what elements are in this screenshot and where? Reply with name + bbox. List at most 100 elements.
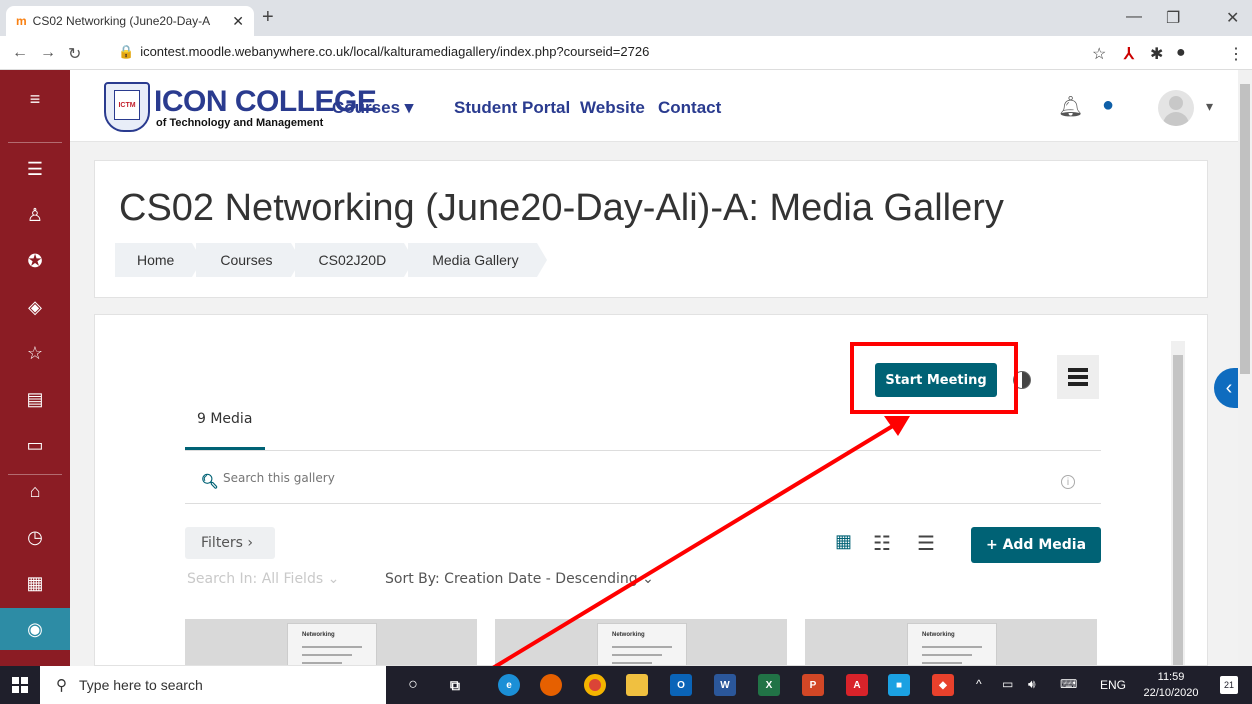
list-icon[interactable]: ☰ xyxy=(0,148,70,190)
lock-icon: 🔒 xyxy=(118,44,135,59)
taskbar-search-box[interactable]: ⚲ Type here to search xyxy=(40,666,386,704)
messages-icon[interactable]: ● xyxy=(1102,94,1114,117)
nav-contact[interactable]: Contact xyxy=(658,98,721,118)
browser-tab[interactable]: m CS02 Networking (June20-Day-A ✕ xyxy=(6,6,254,36)
page-header-card: CS02 Networking (June20-Day-Ali)-A: Medi… xyxy=(94,160,1208,298)
nav-student-portal[interactable]: Student Portal xyxy=(454,98,570,118)
chrome-icon[interactable] xyxy=(584,674,606,696)
star-icon[interactable]: ☆ xyxy=(0,332,70,374)
grid-view-icon[interactable]: ▦ xyxy=(835,531,852,552)
notification-center-icon[interactable]: 21 xyxy=(1220,676,1238,694)
address-bar: ← → ↻ 🔒 icontest.moodle.webanywhere.co.uk… xyxy=(0,36,1252,70)
users-icon[interactable]: ♙ xyxy=(0,194,70,236)
clock-time: 11:59 xyxy=(1157,671,1185,683)
media-gallery-panel: Start Meeting 9 Media 🔍︎ i Filters › Sea… xyxy=(94,314,1208,666)
new-tab-icon[interactable]: + xyxy=(262,6,274,29)
powerpoint-icon[interactable]: P xyxy=(802,674,824,696)
notifications-bell-icon[interactable]: 🔔︎ xyxy=(1058,94,1083,119)
tab-title: CS02 Networking (June20-Day-A xyxy=(32,14,211,28)
word-icon[interactable]: W xyxy=(714,674,736,696)
sort-by-dropdown[interactable]: Sort By: Creation Date - Descending ⌄ xyxy=(385,571,654,587)
excel-icon[interactable]: X xyxy=(758,674,780,696)
nav-website[interactable]: Website xyxy=(580,98,645,118)
search-icon: ⚲ xyxy=(56,677,67,694)
reload-icon[interactable]: ↻ xyxy=(68,44,81,64)
keyboard-icon[interactable]: ⌨ xyxy=(1060,677,1077,691)
tab-media[interactable]: 9 Media xyxy=(197,411,252,427)
page-title: CS02 Networking (June20-Day-Ali)-A: Medi… xyxy=(119,187,1004,229)
page-scrollbar-thumb[interactable] xyxy=(1240,84,1250,374)
taskbar-clock[interactable]: 11:59 22/10/2020 xyxy=(1138,669,1204,701)
restore-icon[interactable]: ❐ xyxy=(1166,8,1180,28)
search-icon[interactable]: 🔍︎ xyxy=(201,473,219,490)
badges-icon[interactable]: ✪ xyxy=(0,240,70,282)
url-text: icontest.moodle.webanywhere.co.uk/local/… xyxy=(140,44,650,59)
search-in-dropdown[interactable]: Search In: All Fields ⌄ xyxy=(187,571,339,587)
dashboard-icon[interactable]: ◷ xyxy=(0,516,70,558)
file-explorer-icon[interactable] xyxy=(626,674,648,696)
acrobat-icon[interactable]: A xyxy=(846,674,868,696)
back-icon[interactable]: ← xyxy=(12,44,28,62)
info-icon[interactable]: i xyxy=(1061,475,1075,489)
moodle-favicon-icon: m xyxy=(16,14,27,28)
media-thumbnail[interactable]: Networking xyxy=(805,619,1097,665)
windows-start-icon[interactable] xyxy=(12,677,28,693)
network-icon[interactable]: ▭ xyxy=(1002,677,1013,691)
logo-subtitle: of Technology and Management xyxy=(156,117,324,129)
cortana-icon[interactable]: ○ xyxy=(402,674,424,696)
compact-view-icon[interactable]: ☰ xyxy=(917,531,935,556)
breadcrumb-home[interactable]: Home xyxy=(115,243,203,277)
filters-button[interactable]: Filters › xyxy=(185,527,275,559)
app-icon[interactable]: ■ xyxy=(888,674,910,696)
nav-courses[interactable]: Courses ▾ xyxy=(332,98,413,118)
close-window-icon[interactable]: ✕ xyxy=(1226,8,1239,28)
media-thumbnail[interactable]: Networking xyxy=(185,619,477,665)
breadcrumb: Home Courses CS02J20D Media Gallery xyxy=(115,243,547,277)
calendar-icon[interactable]: ▦ xyxy=(0,562,70,604)
minimize-icon[interactable]: — xyxy=(1126,8,1142,26)
add-media-button[interactable]: + Add Media xyxy=(971,527,1101,563)
divider xyxy=(8,142,62,143)
firefox-icon[interactable] xyxy=(540,674,562,696)
close-tab-icon[interactable]: ✕ xyxy=(232,13,244,30)
list-view-icon[interactable]: ☷ xyxy=(873,531,891,556)
anydesk-icon[interactable]: ◆ xyxy=(932,674,954,696)
breadcrumb-courses[interactable]: Courses xyxy=(196,243,301,277)
user-menu-caret-icon[interactable]: ▾ xyxy=(1206,98,1213,115)
language-indicator[interactable]: ENG xyxy=(1100,678,1126,692)
browser-menu-icon[interactable]: ⋮ xyxy=(1228,44,1244,64)
inner-scrollbar-thumb[interactable] xyxy=(1173,355,1183,665)
extensions-icon[interactable]: ✱ xyxy=(1150,44,1163,64)
profile-icon[interactable]: ● xyxy=(1176,44,1186,62)
media-thumbnail[interactable]: Networking xyxy=(495,619,787,665)
divider xyxy=(185,503,1101,504)
windows-taskbar: ⚲ Type here to search ○ ⧉ e O W X P A ■ … xyxy=(0,666,1252,704)
clock-date: 22/10/2020 xyxy=(1143,687,1199,699)
edge-icon[interactable]: e xyxy=(498,674,520,696)
outlook-icon[interactable]: O xyxy=(670,674,692,696)
left-nav-drawer: ≡ ☰ ♙ ✪ ◈ ☆ ▤ ▭ ⌂ ◷ ▦ ◉ xyxy=(0,70,70,666)
college-crest-logo[interactable]: ICTM xyxy=(104,82,150,132)
breadcrumb-course[interactable]: CS02J20D xyxy=(294,243,414,277)
home-icon[interactable]: ⌂ xyxy=(0,470,70,512)
forward-icon[interactable]: → xyxy=(40,44,56,62)
bookmark-star-icon[interactable]: ☆ xyxy=(1092,44,1106,64)
course-icon[interactable]: ◉ xyxy=(0,608,70,650)
folder-icon[interactable]: ▭ xyxy=(0,424,70,466)
show-hidden-icons-icon[interactable]: ^ xyxy=(976,677,982,691)
user-avatar[interactable] xyxy=(1158,90,1194,126)
layout-toggle-icon[interactable] xyxy=(1057,355,1099,399)
layers-icon[interactable]: ◈ xyxy=(0,286,70,328)
hamburger-menu-icon[interactable]: ≡ xyxy=(0,78,70,120)
annotation-highlight-box xyxy=(850,342,1018,414)
volume-icon[interactable]: 🔊︎ xyxy=(1028,677,1036,692)
book-icon[interactable]: ▤ xyxy=(0,378,70,420)
breadcrumb-media-gallery[interactable]: Media Gallery xyxy=(408,243,547,277)
gallery-search-input[interactable] xyxy=(223,471,823,485)
url-field[interactable]: 🔒 icontest.moodle.webanywhere.co.uk/local… xyxy=(118,44,649,60)
task-view-icon[interactable]: ⧉ xyxy=(444,674,466,696)
caret-down-icon: ▾ xyxy=(404,98,414,117)
browser-tab-bar: m CS02 Networking (June20-Day-A ✕ + — ❐ … xyxy=(0,0,1252,36)
divider xyxy=(185,450,1101,451)
pdf-extension-icon[interactable]: ⅄ xyxy=(1124,44,1134,64)
